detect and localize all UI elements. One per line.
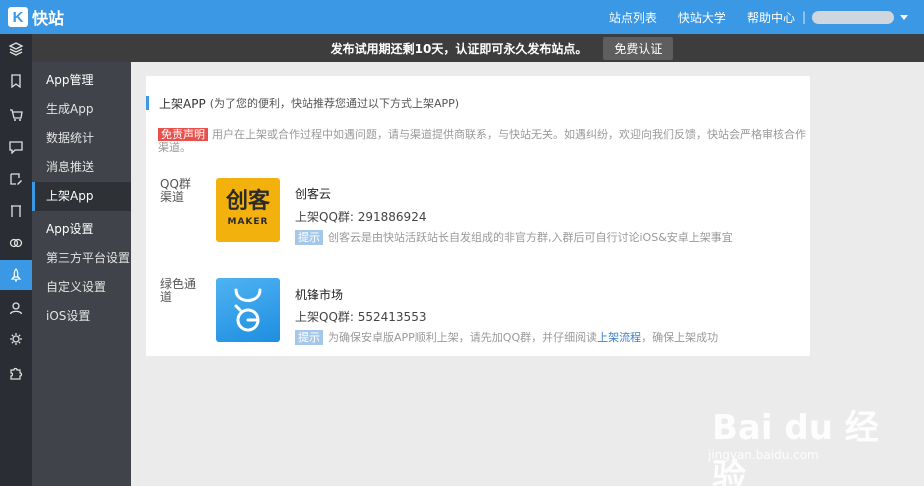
page-title: 上架APP xyxy=(159,96,206,111)
chuangke-logo-text: 创客 xyxy=(225,189,270,214)
sidebar-item-ios-settings[interactable]: iOS设置 xyxy=(32,302,131,331)
top-nav: 站点列表 快站大学 帮助中心 | xyxy=(609,0,924,34)
rail-layers[interactable] xyxy=(0,34,32,64)
nav-help-center[interactable]: 帮助中心 xyxy=(747,9,795,26)
group-app-settings: App设置 xyxy=(46,222,94,236)
nav-site-list[interactable]: 站点列表 xyxy=(609,9,657,26)
chuangke-app-icon[interactable]: 创客 MAKER xyxy=(216,178,280,242)
rail-rocket[interactable] xyxy=(0,260,32,290)
channel-qq-chuangke: 上架QQ群: 291886924 xyxy=(295,210,427,224)
tip-text: 创客云是由快站活跃站长自发组成的非官方群,入群后可自行讨论iOS&安卓上架事宜 xyxy=(328,231,733,244)
sidebar-item-publish-app[interactable]: 上架App xyxy=(32,182,131,211)
rail-handshake[interactable] xyxy=(0,228,32,258)
sidebar-item-statistics[interactable]: 数据统计 xyxy=(32,124,131,153)
rail-bookmark[interactable] xyxy=(0,66,32,96)
sidebar-item-push[interactable]: 消息推送 xyxy=(32,153,131,182)
sidebar-item-third-party[interactable]: 第三方平台设置 xyxy=(32,244,131,273)
tip-text-after: ，确保上架成功 xyxy=(641,331,719,344)
rail-user[interactable] xyxy=(0,293,32,323)
watermark-logo: Bai du 经验 xyxy=(712,408,879,486)
rail-edit[interactable] xyxy=(0,164,32,194)
tip-text-before: 为确保安卓版APP顺利上架，请先加QQ群，并仔细阅读 xyxy=(328,331,598,344)
channel-tip-jifeng: 提示 为确保安卓版APP顺利上架，请先加QQ群，并仔细阅读上架流程，确保上架成功 xyxy=(295,329,718,345)
baidu-watermark: Bai du 经验 jingyan.baidu.com xyxy=(704,390,904,486)
group-app-management: App管理 xyxy=(46,73,94,87)
trial-notice-bar: 发布试用期还剩10天，认证即可永久发布站点。 免费认证 xyxy=(0,34,924,62)
tip-badge: 提示 xyxy=(295,330,323,345)
channel-label-qq: QQ群渠道 xyxy=(160,177,191,204)
sub-sidebar: App管理 生成App 数据统计 消息推送 上架App App设置 第三方平台设… xyxy=(32,62,131,486)
edit-icon xyxy=(10,173,22,185)
app-title: 快站 xyxy=(32,9,65,28)
jifeng-app-icon[interactable] xyxy=(216,278,280,342)
user-icon xyxy=(9,302,23,315)
bookmark-icon xyxy=(11,74,21,88)
puzzle-icon xyxy=(10,367,23,380)
sidebar-item-custom-settings[interactable]: 自定义设置 xyxy=(32,273,131,302)
card-title: 上架APP (为了您的便利，快站推荐您通过以下方式上架APP) xyxy=(146,96,460,111)
frame-icon xyxy=(11,205,21,217)
publish-app-card: 上架APP (为了您的便利，快站推荐您通过以下方式上架APP) 免责声明 用户在上… xyxy=(146,76,810,356)
page-subtitle: (为了您的便利，快站推荐您通过以下方式上架APP) xyxy=(209,97,460,110)
disclaimer-tag: 免责声明 xyxy=(158,128,208,141)
tip-badge: 提示 xyxy=(295,230,323,245)
disclaimer-text: 用户在上架或合作过程中如遇问题，请与渠道提供商联系，与快站无关。如遇纠纷，欢迎向… xyxy=(158,128,806,154)
shopping-bag-icon xyxy=(234,288,262,332)
logo-icon: K xyxy=(8,7,28,27)
chuangke-logo-subtext: MAKER xyxy=(227,217,269,227)
publish-flow-link[interactable]: 上架流程 xyxy=(597,331,641,344)
nav-university[interactable]: 快站大学 xyxy=(678,9,726,26)
rail-chat[interactable] xyxy=(0,132,32,162)
rocket-icon xyxy=(10,268,22,282)
channel-name-chuangke: 创客云 xyxy=(295,187,332,201)
nav-separator: | xyxy=(801,10,806,24)
chat-icon xyxy=(9,141,23,154)
cart-icon xyxy=(10,109,23,121)
top-bar: K 快站 站点列表 快站大学 帮助中心 | xyxy=(0,0,924,34)
rail-puzzle[interactable] xyxy=(0,358,32,388)
logo[interactable]: K 快站 xyxy=(8,5,64,29)
channel-label-green: 绿色通道 xyxy=(160,277,197,304)
trial-notice-message: 发布试用期还剩10天，认证即可永久发布站点。 xyxy=(330,41,588,56)
gear-icon xyxy=(10,333,22,345)
chevron-down-icon[interactable] xyxy=(900,14,908,20)
sidebar-item-generate-app[interactable]: 生成App xyxy=(32,95,131,124)
disclaimer: 免责声明 用户在上架或合作过程中如遇问题，请与渠道提供商联系，与快站无关。如遇纠纷… xyxy=(158,128,808,154)
icon-rail xyxy=(0,34,32,486)
rail-cart[interactable] xyxy=(0,100,32,130)
channel-tip-chuangke: 提示 创客云是由快站活跃站长自发组成的非官方群,入群后可自行讨论iOS&安卓上架事… xyxy=(295,229,733,245)
user-menu[interactable] xyxy=(812,10,894,24)
layers-icon xyxy=(9,42,23,56)
rail-gear[interactable] xyxy=(0,324,32,354)
rail-frame[interactable] xyxy=(0,196,32,226)
watermark-url: jingyan.baidu.com xyxy=(708,448,819,462)
channel-qq-jifeng: 上架QQ群: 552413553 xyxy=(295,310,427,324)
handshake-icon xyxy=(9,238,23,248)
channel-name-jifeng: 机锋市场 xyxy=(295,288,344,302)
free-certify-button[interactable]: 免费认证 xyxy=(603,36,674,60)
